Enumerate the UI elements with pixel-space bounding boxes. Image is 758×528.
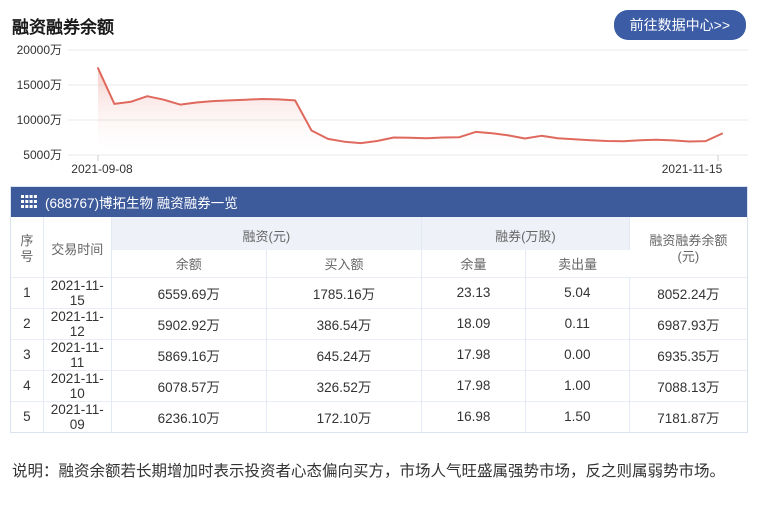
svg-text:20000万: 20000万 [17, 43, 62, 57]
cell-rq_sell: 1.00 [525, 369, 630, 401]
balance-chart-container: 20000万 15000万 10000万 5000万 2021-09-08 2021-11… [10, 42, 758, 182]
goto-data-center-button[interactable]: 前往数据中心>> [613, 10, 746, 40]
svg-text:2021-11-15: 2021-11-15 [662, 162, 723, 176]
table-row: 5 2021-11-09 6236.10万 172.10万 16.98 1.50 7181.… [11, 400, 747, 432]
table-row: 4 2021-11-10 6078.57万 326.52万 17.98 1.00 7088.… [11, 369, 747, 401]
top-bar: 融资融券余额 前往数据中心>> [0, 0, 758, 42]
cell-total: 7088.13万 [629, 369, 747, 401]
col-header-total: 融资融券余额 (元) [629, 217, 747, 277]
cell-rz_balance: 5869.16万 [111, 338, 267, 370]
balance-chart: 20000万 15000万 10000万 5000万 2021-09-08 2021-11… [17, 43, 748, 176]
explanation-note: 说明：融资余额若长期增加时表示投资者心态偏向买方，市场人气旺盛属强势市场，反之则… [12, 462, 726, 480]
cell-rq_qty: 23.13 [421, 276, 526, 308]
table-row: 1 2021-11-15 6559.69万 1785.16万 23.13 5.04 8052… [11, 276, 747, 308]
cell-rz_balance: 6078.57万 [111, 369, 267, 401]
table-title: (688767)博拓生物 融资融券一览 [45, 196, 238, 211]
cell-rq_sell: 5.04 [525, 276, 630, 308]
cell-rq_qty: 16.98 [421, 400, 526, 432]
table-title-bar: (688767)博拓生物 融资融券一览 [11, 187, 747, 217]
col-header-rz-buy: 买入额 [266, 250, 423, 277]
group-header-financing: 融资(元) [111, 217, 423, 250]
cell-rz_balance: 6236.10万 [111, 400, 267, 432]
cell-total: 7181.87万 [629, 400, 747, 432]
col-header-rz-balance: 余额 [111, 250, 267, 277]
svg-text:10000万: 10000万 [17, 113, 62, 127]
cell-seq: 1 [11, 276, 44, 308]
svg-text:5000万: 5000万 [23, 148, 62, 162]
col-header-total-line1: 融资融券余额 [649, 232, 728, 248]
cell-date: 2021-11-15 [43, 276, 112, 308]
cell-total: 6987.93万 [629, 307, 747, 339]
chart-series [97, 67, 723, 155]
margin-table: 序号 交易时间 融资(元) 融券(万股) 融资融券余额 (元) 余额 买入额 余… [11, 217, 747, 432]
cell-rq_sell: 0.11 [525, 307, 630, 339]
cell-seq: 2 [11, 307, 44, 339]
cell-rz_buy: 172.10万 [266, 400, 423, 432]
margin-trading-page: 融资融券余额 前往数据中心>> 20000万 15000万 10000万 5000万 2… [0, 0, 758, 528]
table-row: 3 2021-11-11 5869.16万 645.24万 17.98 0.00 6935.… [11, 338, 747, 370]
cell-seq: 4 [11, 369, 44, 401]
page-title: 融资融券余额 [12, 17, 114, 37]
table-row: 2 2021-11-12 5902.92万 386.54万 18.09 0.11 6987.… [11, 307, 747, 339]
cell-rz_buy: 1785.16万 [266, 276, 423, 308]
cell-rq_qty: 17.98 [421, 369, 526, 401]
cell-rz_balance: 5902.92万 [111, 307, 267, 339]
col-header-rq-qty: 余量 [421, 250, 526, 277]
cell-date: 2021-11-09 [43, 400, 112, 432]
group-header-securities: 融券(万股) [421, 217, 630, 250]
svg-text:15000万: 15000万 [17, 78, 62, 92]
cell-rq_sell: 1.50 [525, 400, 630, 432]
cell-rz_buy: 326.52万 [266, 369, 423, 401]
cell-rq_qty: 18.09 [421, 307, 526, 339]
cell-total: 6935.35万 [629, 338, 747, 370]
cell-date: 2021-11-11 [43, 338, 112, 370]
cell-seq: 3 [11, 338, 44, 370]
cell-seq: 5 [11, 400, 44, 432]
col-header-rq-sell: 卖出量 [558, 256, 598, 272]
cell-rz_buy: 645.24万 [266, 338, 423, 370]
table-grid-icon [21, 195, 37, 208]
margin-table-box: (688767)博拓生物 融资融券一览 序号 交易时间 融资(元) 融券(万股)… [10, 186, 748, 433]
cell-rq_sell: 0.00 [525, 338, 630, 370]
svg-text:2021-09-08: 2021-09-08 [71, 162, 133, 176]
cell-date: 2021-11-12 [43, 307, 112, 339]
col-header-date: 交易时间 [43, 217, 112, 277]
cell-rz_buy: 386.54万 [266, 307, 423, 339]
cell-rq_qty: 17.98 [421, 338, 526, 370]
col-header-seq: 序号 [11, 217, 44, 277]
cell-total: 8052.24万 [629, 276, 747, 308]
cell-date: 2021-11-10 [43, 369, 112, 401]
cell-rz_balance: 6559.69万 [111, 276, 267, 308]
col-header-total-line2: (元) [677, 248, 700, 264]
